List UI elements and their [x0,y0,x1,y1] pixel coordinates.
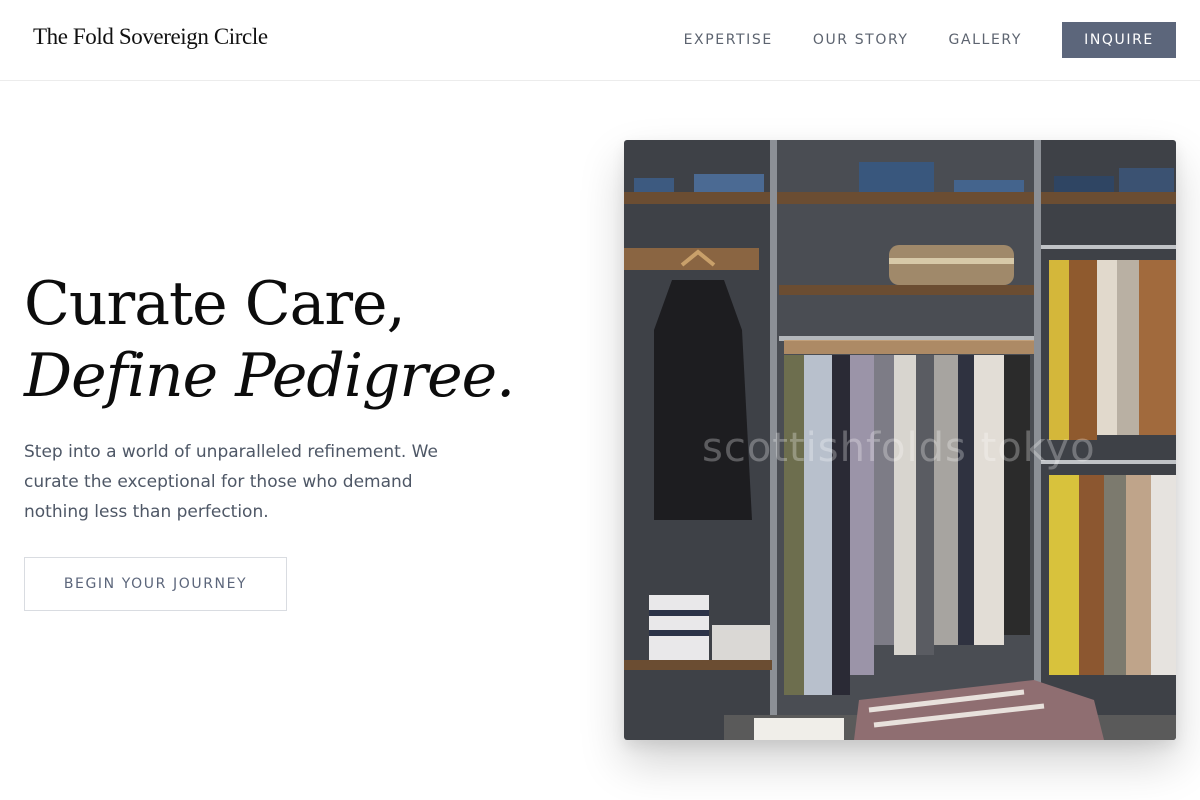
hero-image: scottishfolds tokyo [624,140,1176,740]
image-watermark: scottishfolds tokyo [702,425,1096,471]
nav-link-our-story[interactable]: OUR STORY [813,32,909,48]
inquire-button[interactable]: INQUIRE [1062,22,1176,58]
hero-title: Curate Care, Define Pedigree. [24,268,515,412]
hero-description: Step into a world of unparalleled refine… [24,442,438,522]
main-nav: EXPERTISE OUR STORY GALLERY INQUIRE [684,0,1176,80]
hero-title-line2: Define Pedigree. [24,341,515,411]
site-header: The Fold Sovereign Circle EXPERTISE OUR … [0,0,1200,81]
hero-title-line1: Curate Care, [24,269,406,339]
brand-logo[interactable]: The Fold Sovereign Circle [33,24,268,50]
nav-link-gallery[interactable]: GALLERY [949,32,1022,48]
nav-link-expertise[interactable]: EXPERTISE [684,32,773,48]
begin-journey-button[interactable]: BEGIN YOUR JOURNEY [24,557,287,611]
